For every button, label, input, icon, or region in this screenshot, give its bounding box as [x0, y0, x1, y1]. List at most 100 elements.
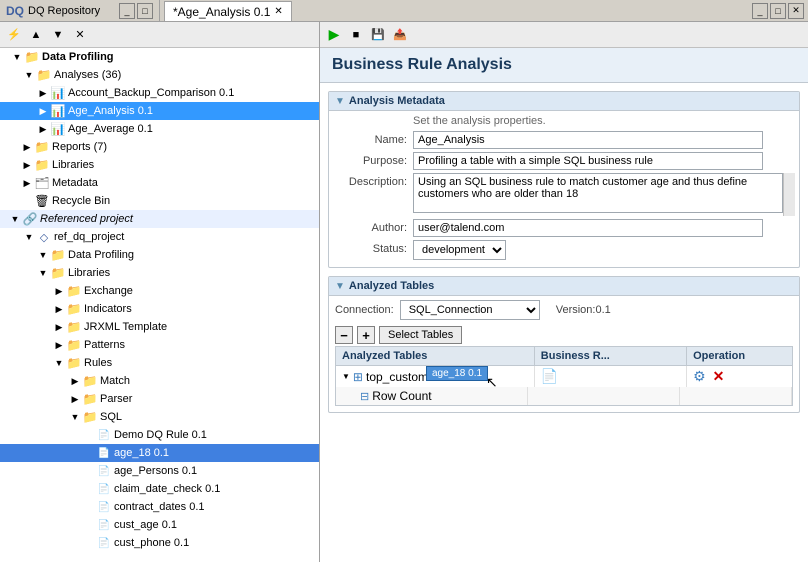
expand-exchange[interactable]: ▶ [52, 284, 66, 298]
tree-item-recycle-bin[interactable]: 🗑 Recycle Bin [0, 192, 319, 210]
down-btn[interactable]: ▼ [48, 25, 68, 45]
expand-account[interactable]: ▶ [36, 86, 50, 100]
select-tables-button[interactable]: Select Tables [379, 326, 462, 344]
expand-table-row[interactable]: ▼ [342, 372, 350, 381]
description-textarea[interactable]: Using an SQL business rule to match cust… [413, 173, 783, 213]
expand-metadata[interactable]: ▶ [20, 176, 34, 190]
expand-referenced[interactable]: ▼ [8, 212, 22, 226]
expand-age-18[interactable] [82, 446, 96, 460]
tree-item-data-profiling[interactable]: ▼ 📁 Data Profiling [0, 48, 319, 66]
close-tree-btn[interactable]: ✕ [70, 25, 90, 45]
close-btn[interactable]: ✕ [788, 3, 804, 19]
tree-item-referenced-project[interactable]: ▼ 🔗 Referenced project [0, 210, 319, 228]
metadata-desc: Set the analysis properties. [333, 115, 795, 127]
export-btn[interactable]: 📤 [390, 25, 410, 45]
stop-btn[interactable]: ■ [346, 25, 366, 45]
tree-item-age-18[interactable]: 📄 age_18 0.1 [0, 444, 319, 462]
up-btn[interactable]: ▲ [26, 25, 46, 45]
restore-btn[interactable]: □ [770, 3, 786, 19]
project-tree: ▼ 📁 Data Profiling ▼ 📁 Analyses (36) ▶ 📊… [0, 48, 319, 562]
expand-age-average[interactable]: ▶ [36, 122, 50, 136]
tree-item-rules[interactable]: ▼ 📁 Rules [0, 354, 319, 372]
author-input[interactable] [413, 219, 763, 237]
gear-icon[interactable]: ⚙ [693, 368, 706, 385]
tree-label-dp-ref: Data Profiling [68, 249, 134, 261]
expand-libraries[interactable]: ▶ [20, 158, 34, 172]
status-select[interactable]: development production [413, 240, 506, 260]
tree-item-account-backup[interactable]: ▶ 📊 Account_Backup_Comparison 0.1 [0, 84, 319, 102]
name-label: Name: [333, 131, 413, 149]
expand-age-analysis[interactable]: ▶ [36, 104, 50, 118]
purpose-input[interactable] [413, 152, 763, 170]
rule-icon-age18: 📄 [96, 445, 112, 461]
expand-demo-dq[interactable] [82, 428, 96, 442]
delete-icon[interactable]: ✕ [713, 368, 725, 385]
tree-item-age-average[interactable]: ▶ 📊 Age_Average 0.1 [0, 120, 319, 138]
save-btn[interactable]: 💾 [368, 25, 388, 45]
tab-close-icon[interactable]: ✕ [274, 6, 282, 17]
expand-claim-date[interactable] [82, 482, 96, 496]
tree-item-cust-age[interactable]: 📄 cust_age 0.1 [0, 516, 319, 534]
tree-item-jrxml[interactable]: ▶ 📁 JRXML Template [0, 318, 319, 336]
analyzed-section-header[interactable]: ▼ Analyzed Tables [329, 277, 799, 296]
restore-left-btn[interactable]: □ [137, 3, 153, 19]
tree-item-libraries[interactable]: ▶ 📁 Libraries [0, 156, 319, 174]
expand-libs-ref[interactable]: ▼ [36, 266, 50, 280]
tab-age-analysis[interactable]: *Age_Analysis 0.1 ✕ [164, 1, 292, 21]
table-icon: ⊞ [353, 370, 363, 384]
tree-item-exchange[interactable]: ▶ 📁 Exchange [0, 282, 319, 300]
expand-rules[interactable]: ▼ [52, 356, 66, 370]
tree-item-cust-phone[interactable]: 📄 cust_phone 0.1 [0, 534, 319, 552]
metadata-section-header[interactable]: ▼ Analysis Metadata [329, 92, 799, 111]
tree-item-metadata[interactable]: ▶ 🗂 Metadata [0, 174, 319, 192]
expand-jrxml[interactable]: ▶ [52, 320, 66, 334]
tree-item-sql[interactable]: ▼ 📁 SQL [0, 408, 319, 426]
panel-header: Business Rule Analysis [320, 48, 808, 83]
tree-item-libs-ref[interactable]: ▼ 📁 Libraries [0, 264, 319, 282]
form-row-purpose: Purpose: [333, 152, 795, 170]
expand-match[interactable]: ▶ [68, 374, 82, 388]
tree-item-analyses[interactable]: ▼ 📁 Analyses (36) [0, 66, 319, 84]
expand-patterns[interactable]: ▶ [52, 338, 66, 352]
expand-age-persons[interactable] [82, 464, 96, 478]
expand-data-profiling[interactable]: ▼ [10, 50, 24, 64]
expand-indicators[interactable]: ▶ [52, 302, 66, 316]
expand-analyses[interactable]: ▼ [22, 68, 36, 82]
expand-cust-phone[interactable] [82, 536, 96, 550]
expand-cust-age[interactable] [82, 518, 96, 532]
tree-item-parser[interactable]: ▶ 📁 Parser [0, 390, 319, 408]
tree-item-claim-date[interactable]: 📄 claim_date_check 0.1 [0, 480, 319, 498]
tree-item-demo-dq[interactable]: 📄 Demo DQ Rule 0.1 [0, 426, 319, 444]
tree-item-reports[interactable]: ▶ 📁 Reports (7) [0, 138, 319, 156]
tree-label-libraries: Libraries [52, 159, 94, 171]
tree-item-age-persons[interactable]: 📄 age_Persons 0.1 [0, 462, 319, 480]
connection-select[interactable]: SQL_Connection [400, 300, 540, 320]
minimize-btn[interactable]: _ [752, 3, 768, 19]
description-label: Description: [333, 173, 413, 191]
expand-sql[interactable]: ▼ [68, 410, 82, 424]
minimize-left-btn[interactable]: _ [119, 3, 135, 19]
tree-item-indicators[interactable]: ▶ 📁 Indicators [0, 300, 319, 318]
connection-select-wrapper: SQL_Connection [400, 300, 540, 320]
name-input[interactable] [413, 131, 763, 149]
remove-table-btn[interactable]: − [335, 326, 353, 344]
tree-item-patterns[interactable]: ▶ 📁 Patterns [0, 336, 319, 354]
description-scrollbar[interactable] [783, 173, 795, 216]
add-table-btn[interactable]: + [357, 326, 375, 344]
drag-badge: age_18 0.1 [426, 366, 488, 381]
tree-item-contract-dates[interactable]: 📄 contract_dates 0.1 [0, 498, 319, 516]
tree-item-match[interactable]: ▶ 📁 Match [0, 372, 319, 390]
expand-reports[interactable]: ▶ [20, 140, 34, 154]
expand-ref-dq[interactable]: ▼ [22, 230, 36, 244]
expand-recycle[interactable] [20, 194, 34, 208]
tree-item-dp-ref[interactable]: ▼ 📁 Data Profiling [0, 246, 319, 264]
tree-item-age-analysis[interactable]: ▶ 📊 Age_Analysis 0.1 [0, 102, 319, 120]
tree-item-ref-dq-project[interactable]: ▼ ◇ ref_dq_project [0, 228, 319, 246]
tree-label-cust-age: cust_age 0.1 [114, 519, 177, 531]
table-row-top-custom[interactable]: ▼ ⊞ top_custom... age_18 0.1 ↖ 📄 [336, 366, 792, 387]
expand-dp-ref[interactable]: ▼ [36, 248, 50, 262]
run-analysis-btn[interactable]: ▶ [324, 25, 344, 45]
filter-btn[interactable]: ⚡ [4, 25, 24, 45]
expand-parser[interactable]: ▶ [68, 392, 82, 406]
expand-contract[interactable] [82, 500, 96, 514]
